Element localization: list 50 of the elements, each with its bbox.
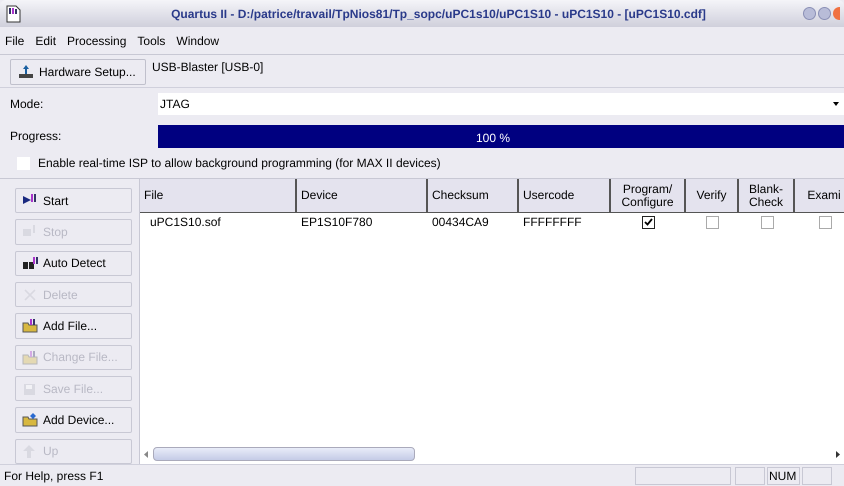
checkbox[interactable] [818, 216, 832, 228]
column-header[interactable]: Exami [795, 179, 844, 212]
device-icon [22, 412, 39, 428]
mode-label: Mode: [9, 96, 44, 113]
hardware-setup-button[interactable]: Hardware Setup... [10, 58, 146, 84]
table-cell-text: FFFFFFFF [522, 214, 583, 231]
column-header[interactable]: File [140, 179, 297, 212]
column-header[interactable]: Checksum [428, 179, 519, 212]
hardware-icon [17, 64, 35, 80]
scrollbar-thumb[interactable] [153, 447, 415, 461]
minimize-button[interactable] [803, 7, 816, 20]
isp-option-label: Enable real-time ISP to allow background programming (for MAX II devices) [38, 155, 441, 172]
progress-reading: 100 % [476, 130, 510, 146]
app-icon [4, 4, 22, 22]
left-arrow-icon [144, 450, 149, 458]
toolbar-button[interactable]: Start [15, 188, 132, 214]
table-cell-text: EP1S10F780 [300, 214, 374, 231]
detect-icon [22, 256, 39, 271]
window-title: Quartus II - D:/patrice/travail/TpNios81/Tp_sopc/uPC1s10/uPC1S10 - uPC1S10 - [uPC1S10.cdf] [170, 6, 707, 22]
close-button[interactable] [833, 7, 840, 20]
progress-label: Progress: [9, 128, 62, 145]
status-pane [802, 466, 832, 484]
folder-icon [22, 350, 39, 365]
toolbar-button[interactable]: Add File... [15, 313, 132, 339]
mode-dropdown[interactable]: JTAG [158, 93, 844, 115]
checkbox[interactable] [760, 216, 774, 228]
hardware-value: USB-Blaster [USB-0] [152, 59, 264, 76]
table-cell-text: 00434CA9 [431, 214, 490, 231]
table-cell-text: uPC1S10.sof [149, 214, 222, 231]
checkbox[interactable] [706, 216, 719, 228]
menu-item[interactable]: Tools [136, 32, 166, 50]
num-lock-indicator: NUM [767, 466, 800, 484]
menu-item[interactable]: Window [175, 32, 220, 50]
folder-icon [22, 318, 39, 334]
maximize-button[interactable] [818, 7, 831, 20]
toolbar-button[interactable]: Auto Detect [15, 250, 132, 276]
right-arrow-icon [835, 450, 840, 458]
column-header[interactable]: Usercode [519, 179, 611, 212]
column-header[interactable]: Blank- Check [739, 179, 795, 212]
menu-item[interactable]: Processing [66, 32, 128, 50]
checkbox[interactable] [642, 216, 655, 228]
column-header[interactable]: Program/ Configure [611, 179, 686, 212]
menu-item[interactable]: File [4, 32, 26, 50]
status-help-text: For Help, press F1 [3, 468, 104, 484]
menu-item[interactable]: Edit [34, 32, 58, 50]
caret-icon [832, 101, 840, 107]
column-header[interactable]: Verify [686, 179, 739, 212]
toolbar-button[interactable]: Add Device... [15, 407, 132, 433]
column-header[interactable]: Device [297, 179, 428, 212]
status-pane [735, 466, 765, 484]
